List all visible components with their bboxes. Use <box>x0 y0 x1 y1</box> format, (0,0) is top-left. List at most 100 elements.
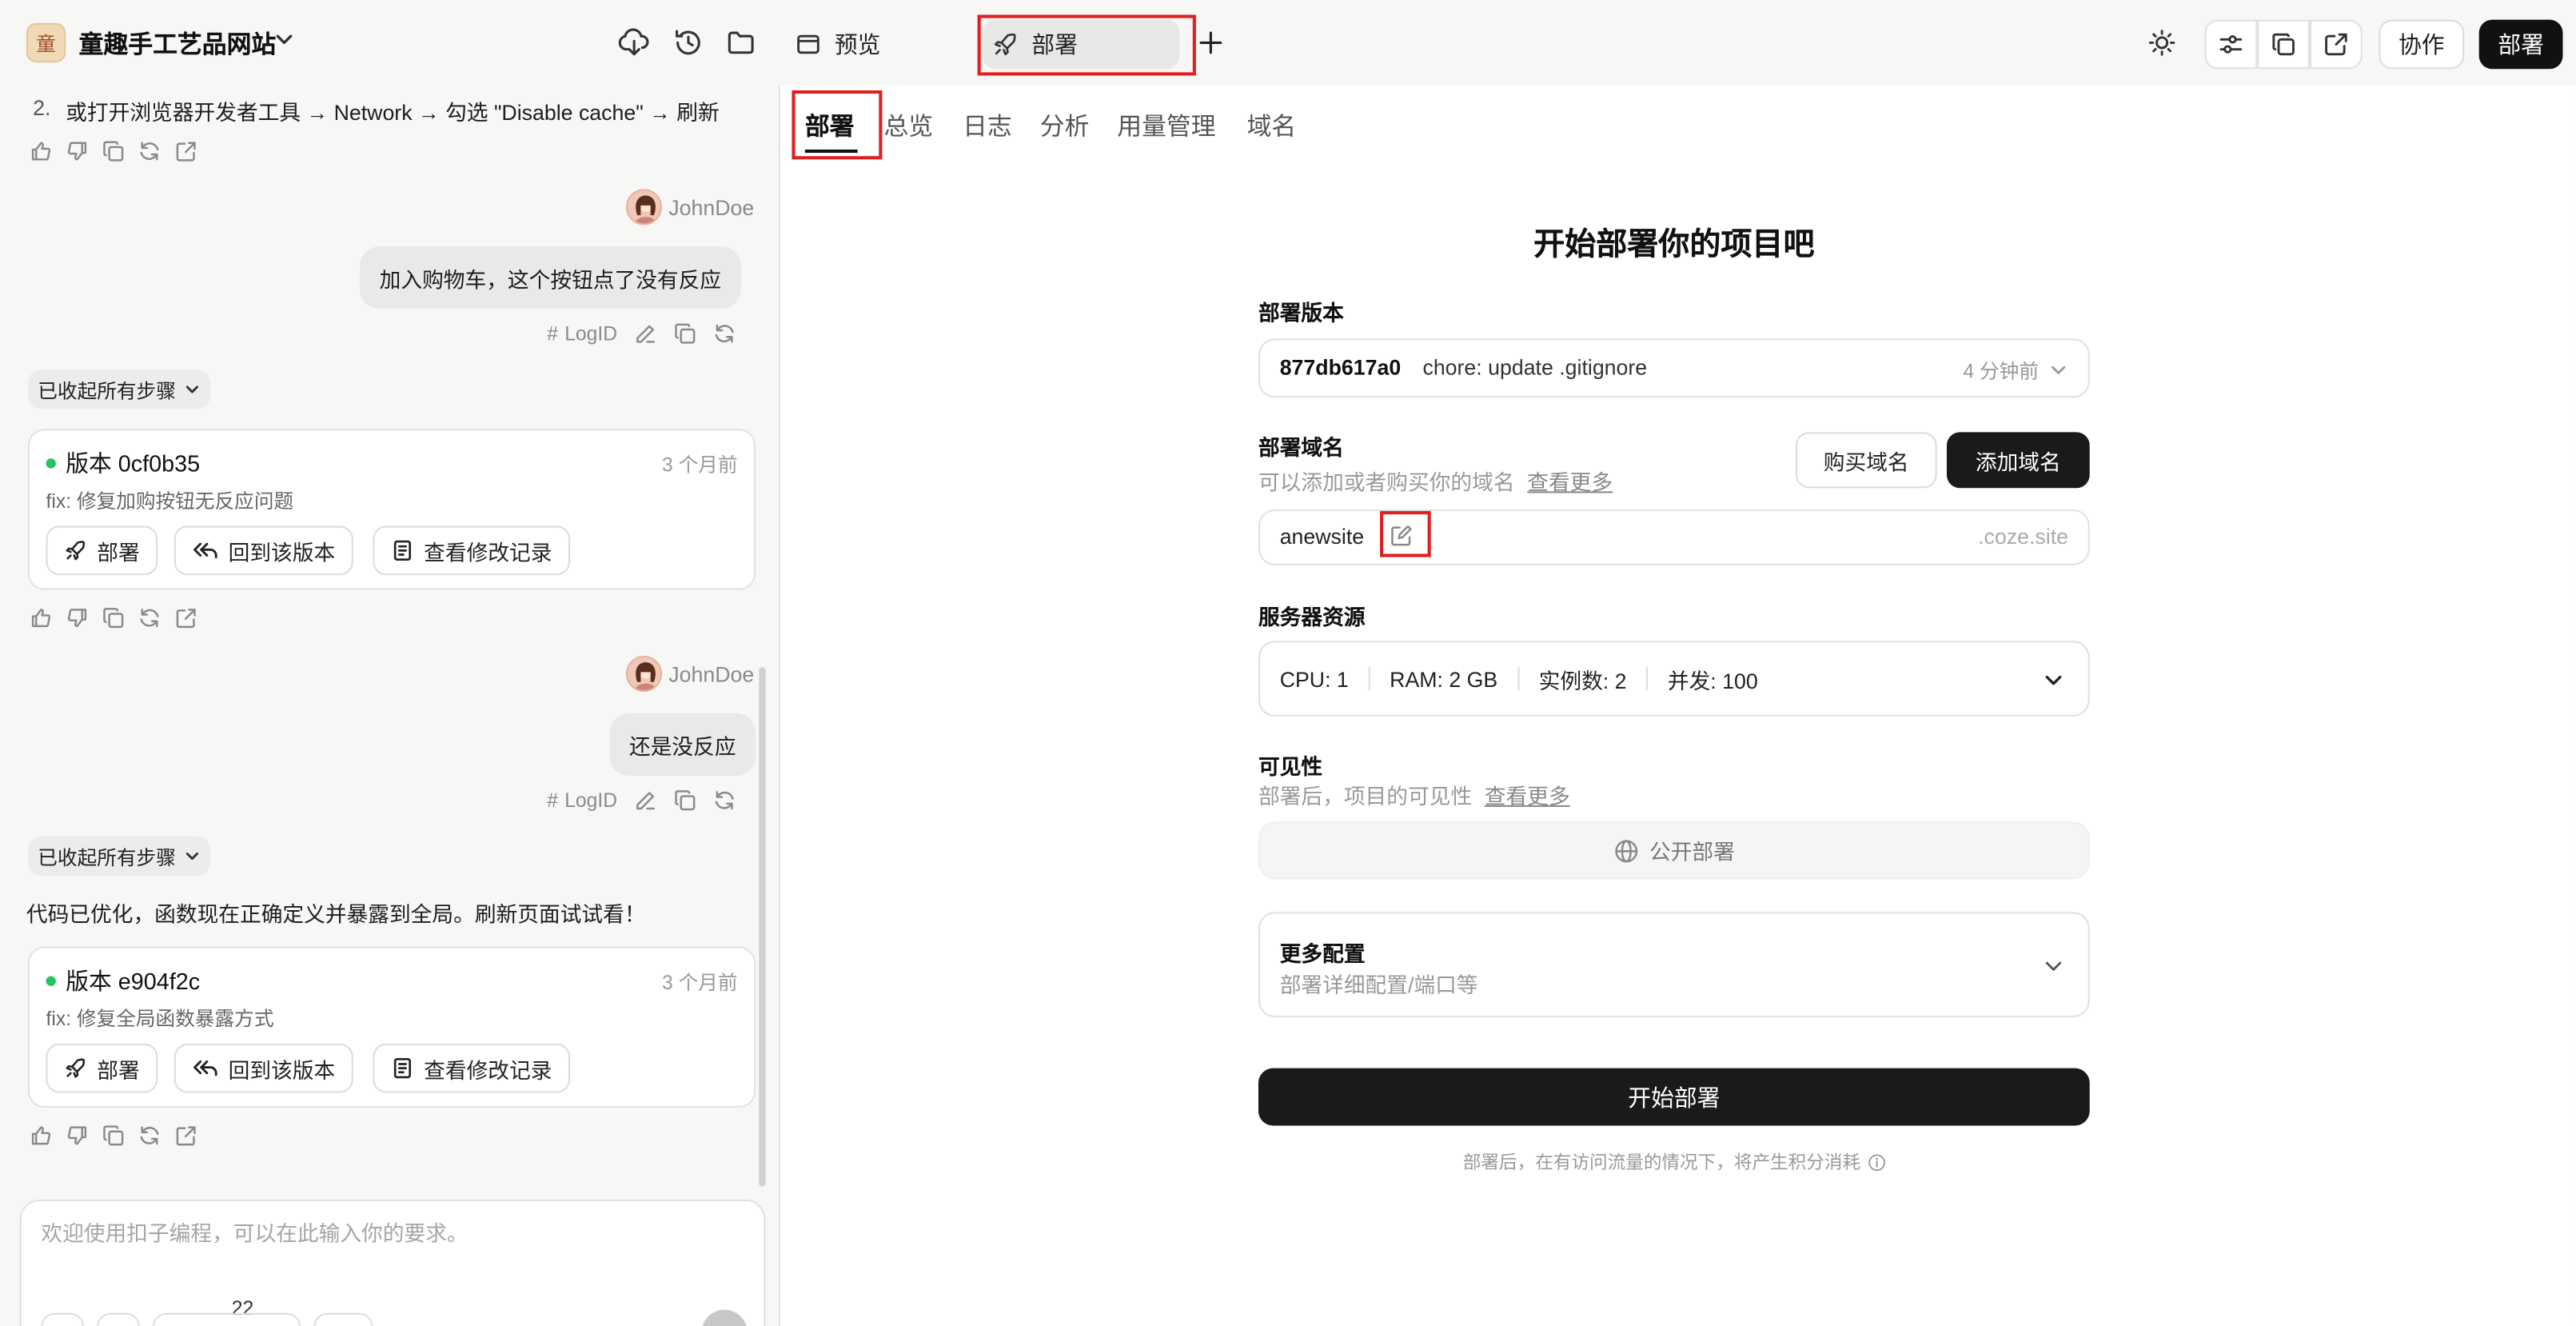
share-icon[interactable] <box>174 606 197 629</box>
collab-button[interactable]: 协作 <box>2379 19 2465 70</box>
version-deploy-button[interactable]: 部署 <box>46 1043 158 1093</box>
tab-preview-label: 预览 <box>834 31 881 58</box>
see-more-link[interactable]: 查看更多 <box>1485 784 1570 809</box>
regenerate-icon[interactable] <box>138 606 161 629</box>
edit-icon[interactable] <box>1390 524 1413 547</box>
copy-icon[interactable] <box>102 606 125 629</box>
resources-select[interactable]: CPU: 1 RAM: 2 GB 实例数: 2 并发: 100 <box>1258 641 2090 717</box>
thumbs-up-icon[interactable] <box>30 606 53 629</box>
subdomain-value: anewsite <box>1279 524 1365 549</box>
thumbs-down-icon[interactable] <box>66 140 89 163</box>
user-name: JohnDoe <box>668 662 755 687</box>
input-tool-button[interactable] <box>313 1312 373 1326</box>
send-button[interactable] <box>701 1309 748 1326</box>
version-rollback-button[interactable]: 回到该版本 <box>173 1043 353 1093</box>
add-domain-button[interactable]: 添加域名 <box>1946 432 2090 489</box>
domain-label: 部署域名 <box>1258 435 1344 461</box>
input-tool-button[interactable] <box>153 1312 301 1326</box>
download-cloud-icon[interactable] <box>616 25 652 61</box>
subtab-analytics[interactable]: 分析 <box>1040 109 1090 143</box>
chat-input[interactable] <box>41 1220 732 1246</box>
subtab-logs[interactable]: 日志 <box>963 109 1012 143</box>
hash-icon: # <box>547 789 558 813</box>
tab-deploy[interactable]: 部署 <box>982 19 1180 70</box>
subtab-deploy[interactable]: 部署 <box>805 109 855 143</box>
copy-icon[interactable] <box>102 140 125 163</box>
folder-icon[interactable] <box>723 25 759 61</box>
version-deploy-button[interactable]: 部署 <box>46 525 158 576</box>
version-history-button[interactable]: 查看修改记录 <box>373 525 571 576</box>
see-more-link[interactable]: 查看更多 <box>1527 470 1613 495</box>
chat-scrollbar[interactable] <box>759 667 766 1187</box>
version-select[interactable]: 877db617a0 chore: update .gitignore 4 分钟… <box>1258 338 2090 398</box>
version-time: 3 个月前 <box>662 453 738 477</box>
rocket-icon <box>64 1056 87 1080</box>
user-name: JohnDoe <box>668 195 755 221</box>
version-title: 版本 e904f2c <box>46 965 201 997</box>
copy-icon[interactable] <box>673 322 696 345</box>
avatar <box>625 189 663 226</box>
logid-button[interactable]: # LogID <box>547 789 617 812</box>
thumbs-up-icon[interactable] <box>30 1124 53 1147</box>
tab-deploy-label: 部署 <box>1031 31 1078 58</box>
input-tool-button[interactable] <box>41 1312 84 1326</box>
share-icon[interactable] <box>174 140 197 163</box>
regenerate-icon[interactable] <box>138 140 161 163</box>
plus-icon[interactable] <box>1193 25 1229 61</box>
regenerate-icon[interactable] <box>138 1124 161 1147</box>
edit-icon[interactable] <box>634 789 657 812</box>
hash-icon: # <box>547 322 558 345</box>
sun-icon[interactable] <box>2144 25 2180 61</box>
document-icon <box>391 539 414 562</box>
app-logo: 童 <box>26 22 66 63</box>
logid-button[interactable]: # LogID <box>547 322 617 345</box>
copy-icon[interactable] <box>102 1124 125 1147</box>
deploy-button-top[interactable]: 部署 <box>2478 19 2563 70</box>
thumbs-down-icon[interactable] <box>66 1124 89 1147</box>
info-icon[interactable] <box>1867 1152 1885 1171</box>
chevron-down-icon <box>184 381 201 398</box>
chevron-down-icon <box>2042 955 2065 978</box>
steps-collapsed-toggle[interactable]: 已收起所有步骤 <box>27 369 211 409</box>
start-deploy-button[interactable]: 开始部署 <box>1258 1068 2090 1126</box>
regenerate-icon[interactable] <box>712 322 736 345</box>
chevron-down-icon[interactable] <box>273 28 296 51</box>
history-icon[interactable] <box>670 25 706 61</box>
visibility-option-public[interactable]: 公开部署 <box>1258 821 2090 880</box>
deploy-panel: 部署 总览 日志 分析 用量管理 域名 开始部署你的项目吧 部署版本 877db… <box>780 85 2576 1326</box>
tab-preview[interactable]: 预览 <box>788 20 887 70</box>
instances-value: 实例数: 2 <box>1538 668 1627 693</box>
chevron-down-icon <box>2042 669 2065 692</box>
app-title[interactable]: 童趣手工艺品网站 <box>79 26 277 61</box>
thumbs-up-icon[interactable] <box>30 140 53 163</box>
regenerate-icon[interactable] <box>712 789 736 812</box>
copy-icon[interactable] <box>673 789 696 812</box>
domain-hint: 可以添加或者购买你的域名 查看更多 <box>1258 469 1613 495</box>
subtab-overview[interactable]: 总览 <box>883 109 933 143</box>
version-rollback-button[interactable]: 回到该版本 <box>173 525 353 576</box>
list-index: 2. <box>33 95 51 121</box>
chat-text-line: 或打开浏览器开发者工具 → Network → 勾选 "Disable cach… <box>66 100 720 126</box>
thumbs-down-icon[interactable] <box>66 606 89 629</box>
more-config-accordion[interactable]: 更多配置 部署详细配置/端口等 <box>1258 912 2090 1017</box>
rocket-icon <box>992 31 1019 58</box>
share-icon[interactable] <box>174 1124 197 1147</box>
input-tool-button[interactable] <box>97 1312 140 1326</box>
version-commit-message: fix: 修复加购按钮无反应问题 <box>46 489 294 513</box>
browser-window-icon <box>796 31 822 58</box>
version-commit: chore: update .gitignore <box>1422 354 1648 380</box>
buy-domain-button[interactable]: 购买域名 <box>1795 432 1937 489</box>
version-time: 3 个月前 <box>662 971 738 995</box>
version-card: 版本 e904f2c 3 个月前 fix: 修复全局函数暴露方式 部署 回到该版… <box>27 946 756 1108</box>
steps-collapsed-toggle[interactable]: 已收起所有步骤 <box>27 836 211 877</box>
external-link-icon[interactable] <box>2310 19 2363 70</box>
copy-icon[interactable] <box>2257 19 2311 70</box>
subtab-usage[interactable]: 用量管理 <box>1117 109 1215 143</box>
user-message-bubble: 还是没反应 <box>609 713 756 776</box>
subtab-domains[interactable]: 域名 <box>1247 109 1297 143</box>
sliders-icon[interactable] <box>2204 19 2258 70</box>
more-config-hint: 部署详细配置/端口等 <box>1279 973 1478 998</box>
version-history-button[interactable]: 查看修改记录 <box>373 1043 571 1093</box>
edit-icon[interactable] <box>634 322 657 345</box>
subdomain-field: anewsite .coze.site <box>1258 509 2090 565</box>
